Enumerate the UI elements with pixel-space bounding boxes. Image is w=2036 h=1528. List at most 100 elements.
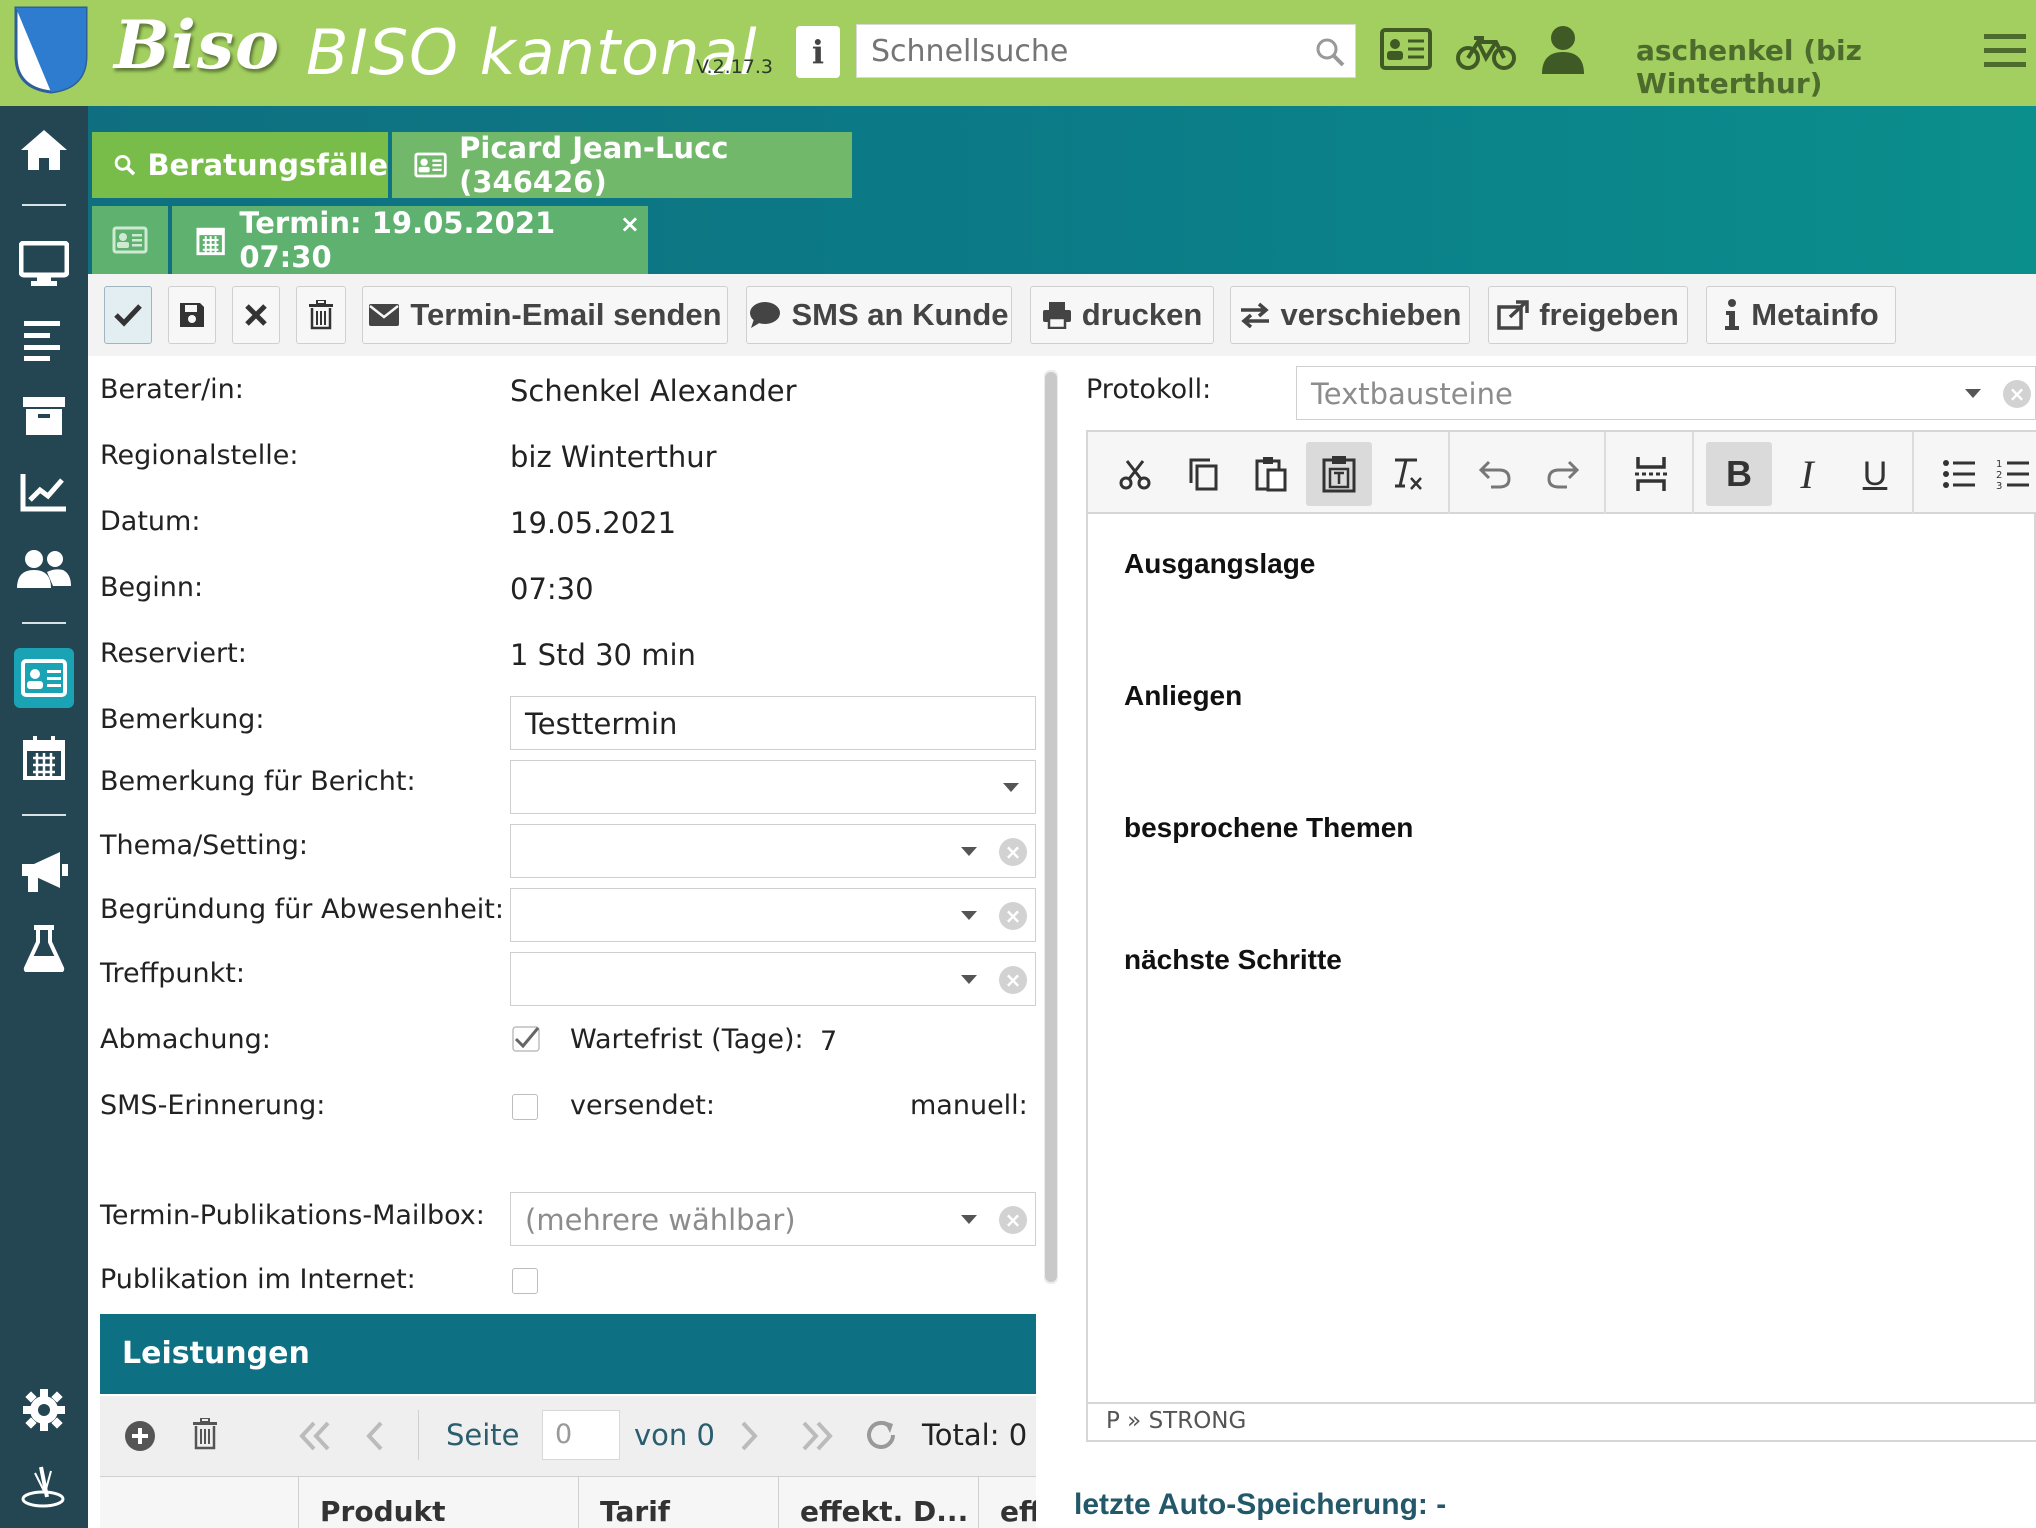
paste-button[interactable] (1238, 442, 1304, 506)
sms-to-customer-button[interactable]: SMS an Kunde (746, 286, 1012, 344)
save-close-button[interactable] (104, 286, 152, 344)
column-header-tarif[interactable]: Tarif (600, 1495, 670, 1528)
first-page-icon[interactable] (298, 1420, 332, 1452)
close-icon[interactable]: × (620, 210, 640, 238)
page-break-button[interactable] (1618, 442, 1684, 506)
chevron-down-icon[interactable] (961, 1215, 977, 1224)
page-number-input[interactable]: 0 (542, 1410, 620, 1460)
refresh-icon[interactable] (864, 1418, 898, 1452)
current-user[interactable]: aschenkel (biz Winterthur) (1636, 34, 2036, 100)
clear-icon[interactable]: × (999, 1206, 1027, 1234)
menu-icon[interactable] (1984, 32, 2026, 70)
calendar-icon[interactable] (14, 728, 74, 788)
editor-status-bar: P » STRONG (1088, 1402, 2036, 1440)
paste-as-text-button[interactable] (1306, 442, 1372, 506)
list-icon[interactable] (14, 310, 74, 370)
contact-card-icon[interactable] (1380, 26, 1432, 72)
chevron-down-icon[interactable] (1965, 389, 1981, 398)
prev-page-icon[interactable] (366, 1420, 384, 1452)
remove-format-button[interactable] (1374, 442, 1440, 506)
abmachung-checkbox[interactable] (512, 1026, 540, 1052)
thema-select[interactable]: × (510, 824, 1036, 878)
cancel-button[interactable] (232, 286, 280, 344)
pager-divider (418, 1410, 419, 1460)
bulleted-list-button[interactable] (1926, 442, 1992, 506)
chevron-down-icon[interactable] (961, 975, 977, 984)
add-icon[interactable] (124, 1420, 156, 1452)
copy-button[interactable] (1170, 442, 1236, 506)
delete-button[interactable] (296, 286, 346, 344)
chart-icon[interactable] (14, 462, 74, 522)
tab-label: Termin: 19.05.2021 07:30 (239, 206, 556, 274)
id-card-icon[interactable] (14, 648, 74, 708)
chevron-down-icon[interactable] (961, 847, 977, 856)
leistungen-pager: Seite 0 von 0 Total: 0 (100, 1396, 1036, 1476)
mailbox-select[interactable]: (mehrere wählbar) × (510, 1192, 1036, 1246)
publikation-checkbox[interactable] (512, 1268, 538, 1294)
cut-button[interactable] (1102, 442, 1168, 506)
tab-person[interactable]: Picard Jean-Lucc (346426) (392, 131, 852, 199)
sms-erinnerung-checkbox[interactable] (512, 1094, 538, 1120)
biso-logo[interactable]: Biso (114, 6, 280, 84)
redo-button[interactable] (1530, 442, 1596, 506)
column-header-produkt[interactable]: Produkt (320, 1495, 446, 1528)
printer-icon (1042, 302, 1071, 329)
archive-icon[interactable] (14, 386, 74, 446)
textbausteine-select[interactable]: Textbausteine × (1296, 366, 2036, 420)
numbered-list-button[interactable]: 123 (1988, 442, 2036, 506)
bemerkung-input[interactable]: Testtermin (510, 696, 1036, 750)
megaphone-icon[interactable] (14, 842, 74, 902)
move-button[interactable]: verschieben (1230, 286, 1470, 344)
save-button[interactable] (168, 286, 216, 344)
clear-icon[interactable]: × (999, 966, 1027, 994)
search-icon[interactable] (1315, 37, 1345, 67)
bemerkung-bericht-select[interactable] (510, 760, 1036, 814)
chevron-down-icon[interactable] (1003, 783, 1019, 792)
calendar-icon (196, 227, 225, 256)
next-page-icon[interactable] (740, 1420, 758, 1452)
tab-beratungsfaelle[interactable]: Beratungsfälle (92, 132, 388, 198)
last-page-icon[interactable] (800, 1420, 834, 1452)
undo-button[interactable] (1462, 442, 1528, 506)
send-termin-email-button[interactable]: Termin-Email senden (362, 286, 728, 344)
column-header-eff[interactable]: eff (1000, 1495, 1036, 1528)
toolbar-separator (1448, 432, 1450, 514)
bicycle-icon[interactable] (1456, 32, 1516, 72)
release-button[interactable]: freigeben (1488, 286, 1688, 344)
clear-icon[interactable]: × (999, 902, 1027, 930)
print-button[interactable]: drucken (1030, 286, 1214, 344)
info-button[interactable]: i (796, 26, 840, 78)
chevron-down-icon[interactable] (961, 911, 977, 920)
gear-icon[interactable] (14, 1380, 74, 1440)
protokoll-editor[interactable]: B I U 123 Ausgangslage Anliegen besproch… (1086, 430, 2036, 1442)
users-icon[interactable] (14, 538, 74, 598)
search-input[interactable] (871, 33, 1291, 69)
clear-icon[interactable]: × (2003, 380, 2031, 408)
metainfo-button[interactable]: Metainfo (1706, 286, 1896, 344)
home-icon[interactable] (14, 120, 74, 180)
external-link-icon (1497, 300, 1529, 330)
abwesenheit-select[interactable]: × (510, 888, 1036, 942)
bemerkung-value: Testtermin (525, 707, 678, 741)
treffpunkt-select[interactable]: × (510, 952, 1036, 1006)
desktop-icon[interactable] (14, 234, 74, 294)
underline-button[interactable]: U (1842, 442, 1908, 506)
trash-icon[interactable] (192, 1418, 218, 1450)
clear-icon[interactable]: × (999, 838, 1027, 866)
label-abmachung: Abmachung: (100, 1024, 271, 1055)
column-header-effekt-dauer[interactable]: effekt. D... (800, 1495, 968, 1528)
bold-button[interactable]: B (1706, 442, 1772, 506)
column-divider (978, 1477, 979, 1528)
italic-button[interactable]: I (1774, 442, 1840, 506)
subtab-termin[interactable]: Termin: 19.05.2021 07:30 × (172, 206, 648, 274)
form-scrollbar-thumb[interactable] (1045, 372, 1057, 1282)
value-wartefrist[interactable]: 7 (820, 1026, 837, 1057)
flask-icon[interactable] (14, 918, 74, 978)
user-icon[interactable] (1540, 24, 1586, 74)
page-total-label: von 0 (634, 1418, 715, 1452)
clipboard-icon (1255, 457, 1287, 492)
total-count: Total: 0 (922, 1418, 1028, 1452)
floppy-disk-icon (180, 303, 204, 327)
subtab-person-card[interactable] (92, 206, 168, 274)
quick-search[interactable] (856, 24, 1356, 78)
